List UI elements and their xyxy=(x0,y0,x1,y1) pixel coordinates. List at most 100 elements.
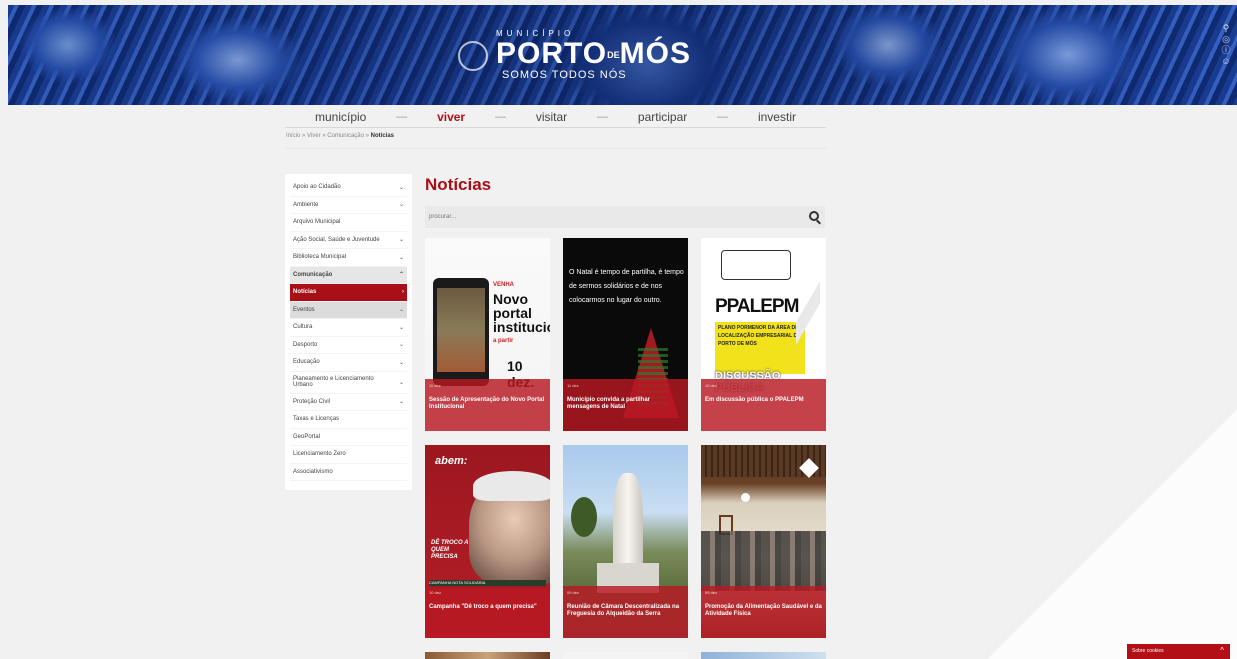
background-diagonal xyxy=(987,409,1237,659)
sidebar-item-cultura[interactable]: Cultura ⌄ xyxy=(290,319,407,337)
breadcrumb-sep: » xyxy=(302,133,306,139)
nav-item-investir[interactable]: investir xyxy=(758,110,796,124)
chevron-down-icon: ⌄ xyxy=(398,307,404,314)
chevron-up-icon[interactable]: ^ xyxy=(1220,646,1224,655)
sidebar-item-ambiente[interactable]: Ambiente ⌄ xyxy=(290,197,407,214)
news-card-date: 09 dez xyxy=(705,590,718,595)
sidebar-item-biblioteca[interactable]: Biblioteca Municipal ⌄ xyxy=(290,249,407,267)
news-card-date: 09 dez xyxy=(567,590,580,595)
sidebar-item-educacao[interactable]: Educação ⌄ xyxy=(290,354,407,372)
sidebar-item-label: Ação Social, Saúde e Juventude xyxy=(293,236,380,243)
card-art-small: a partir xyxy=(493,338,514,344)
breadcrumb-item[interactable]: Viver xyxy=(307,133,321,139)
sidebar-item-taxas[interactable]: Taxas e Licenças xyxy=(290,411,407,429)
page-title: Notícias xyxy=(425,175,492,194)
news-card[interactable]: 09 dez Reunião de Câmara Descentralizada… xyxy=(563,445,688,638)
card-art-logo: abem: xyxy=(435,455,468,467)
info-icon[interactable]: ⓘ xyxy=(1221,45,1231,56)
breadcrumb-sep: » xyxy=(365,133,369,139)
sidebar-item-geoportal[interactable]: GeoPortal xyxy=(290,429,407,446)
sidebar-item-label: Associativismo xyxy=(293,468,333,475)
news-card[interactable]: O Natal é tempo de partilha, é tempo de … xyxy=(563,238,688,431)
news-card-title[interactable]: Município convida a partilhar mensagens … xyxy=(567,397,684,411)
audience-illustration xyxy=(701,531,826,591)
breadcrumb-item[interactable]: Início xyxy=(286,133,300,139)
chevron-down-icon: ⌄ xyxy=(398,324,404,331)
sidebar-item-licenciamento-zero[interactable]: Licenciamento Zero xyxy=(290,446,407,464)
sidebar-item-label: Biblioteca Municipal xyxy=(293,254,347,261)
sidebar-item-label: GeoPortal xyxy=(293,433,321,440)
sidebar-item-protecao-civil[interactable]: Proteção Civil ⌄ xyxy=(290,394,407,411)
news-card-partial[interactable] xyxy=(563,652,688,659)
header-banner: MUNICÍPIO PORTODEMÓS SOMOS TODOS NÓS ⚲ ◎… xyxy=(8,5,1237,105)
search-input[interactable] xyxy=(425,206,825,228)
news-card[interactable]: 09 dez Promoção da Alimentação Saudável … xyxy=(701,445,826,638)
sidebar-item-label: Eventos xyxy=(293,306,315,313)
crest-icon xyxy=(458,41,488,71)
sidebar-item-label: Desporto xyxy=(293,341,318,348)
chevron-down-icon: ⌄ xyxy=(398,254,404,261)
card-art-line1: Novo portal xyxy=(493,291,532,321)
chevron-down-icon: ⌄ xyxy=(398,399,404,406)
news-card-title[interactable]: Promoção da Alimentação Saudável e da At… xyxy=(705,604,822,618)
card-art-yellow-box: PLANO PORMENOR DA ÁREA DE LOCALIZAÇÃO EM… xyxy=(715,322,805,374)
news-card[interactable]: PPALEPM PLANO PORMENOR DA ÁREA DE LOCALI… xyxy=(701,238,826,431)
chevron-right-icon: › xyxy=(402,289,404,296)
search-icon[interactable]: ⚲ xyxy=(1221,23,1231,34)
decorative-shape xyxy=(796,278,820,348)
sidebar-item-planeamento[interactable]: Planeamento e Licenciamento Urbano ⌄ xyxy=(290,372,407,394)
breadcrumb-sep: » xyxy=(322,133,326,139)
nav-item-participar[interactable]: participar xyxy=(638,110,687,124)
nav-item-viver[interactable]: viver xyxy=(437,110,465,124)
card-art-yellow-text: PLANO PORMENOR DA ÁREA DE LOCALIZAÇÃO EM… xyxy=(718,325,801,347)
news-card-title[interactable]: Em discussão pública o PPALEPM xyxy=(705,397,822,404)
sidebar-item-label: Educação xyxy=(293,359,320,366)
nav-item-visitar[interactable]: visitar xyxy=(536,110,567,124)
card-art-text: O Natal é tempo de partilha, é tempo de … xyxy=(569,269,684,304)
tree-illustration xyxy=(571,497,597,537)
news-card-date: 11 dez xyxy=(429,383,441,388)
brand-logo[interactable]: MUNICÍPIO PORTODEMÓS SOMOS TODOS NÓS xyxy=(458,25,698,85)
nav-item-municipio[interactable]: município xyxy=(315,110,366,124)
sidebar-item-noticias[interactable]: Notícias › xyxy=(290,284,407,302)
chevron-down-icon: ⌄ xyxy=(398,237,404,244)
news-card-title[interactable]: Reunião de Câmara Descentralizada na Fre… xyxy=(567,604,684,618)
sidebar-item-arquivo[interactable]: Arquivo Municipal xyxy=(290,214,407,232)
brand-main: PORTODEMÓS xyxy=(496,39,691,70)
news-card-overlay: 09 dez Promoção da Alimentação Saudável … xyxy=(701,586,826,638)
news-card-partial[interactable] xyxy=(425,652,550,659)
news-card[interactable]: VENHA Novo portal institucional a partir… xyxy=(425,238,550,431)
sidebar-item-label: Arquivo Municipal xyxy=(293,219,341,226)
breadcrumb-item[interactable]: Comunicação xyxy=(327,133,364,139)
user-icon[interactable]: ☺ xyxy=(1221,56,1231,67)
icons-illustration xyxy=(721,250,791,280)
sidebar-item-comunicacao[interactable]: Comunicação ⌃ xyxy=(290,266,407,284)
news-card-title[interactable]: Campanha "Dê troco a quem precisa" xyxy=(429,604,546,611)
card-art-kicker: VENHA xyxy=(493,282,515,288)
news-card[interactable]: abem: DÊ TROCO A QUEM PRECISA CAMPANHA N… xyxy=(425,445,550,638)
sidebar-item-associativismo[interactable]: Associativismo xyxy=(290,464,407,481)
sidebar-item-apoio-cidadao[interactable]: Apoio ao Cidadão ⌄ xyxy=(290,179,407,197)
sidebar-item-acao-social[interactable]: Ação Social, Saúde e Juventude ⌄ xyxy=(290,232,407,249)
brand-sub: SOMOS TODOS NÓS xyxy=(502,69,627,81)
accessibility-icon[interactable]: ◎ xyxy=(1221,34,1231,45)
chevron-down-icon: ⌄ xyxy=(398,202,404,209)
search-icon[interactable] xyxy=(809,211,819,221)
portrait-hair xyxy=(473,471,550,501)
cookie-bar[interactable]: Sobre cookies ^ xyxy=(1127,644,1230,659)
cookie-label: Sobre cookies xyxy=(1132,648,1164,654)
sidebar-item-label: Planeamento e Licenciamento Urbano xyxy=(293,376,374,388)
phone-illustration xyxy=(433,278,489,386)
news-card-partial[interactable] xyxy=(701,652,826,659)
sidebar-item-desporto[interactable]: Desporto ⌄ xyxy=(290,337,407,354)
sidebar-item-label: Ambiente xyxy=(293,201,319,208)
chevron-down-icon: ⌄ xyxy=(398,184,404,191)
breadcrumb: Início » Viver » Comunicação » Notícias xyxy=(286,133,826,149)
nav-separator: — xyxy=(597,110,609,123)
sidebar-item-eventos[interactable]: Eventos ⌄ xyxy=(290,301,407,319)
brand-main-word-2: MÓS xyxy=(619,37,691,70)
phone-screen xyxy=(437,288,485,372)
news-card-overlay: 09 dez Reunião de Câmara Descentralizada… xyxy=(563,586,688,638)
card-art-text: VENHA Novo portal institucional a partir xyxy=(493,278,550,348)
news-card-title[interactable]: Sessão de Apresentação do Novo Portal In… xyxy=(429,397,546,411)
